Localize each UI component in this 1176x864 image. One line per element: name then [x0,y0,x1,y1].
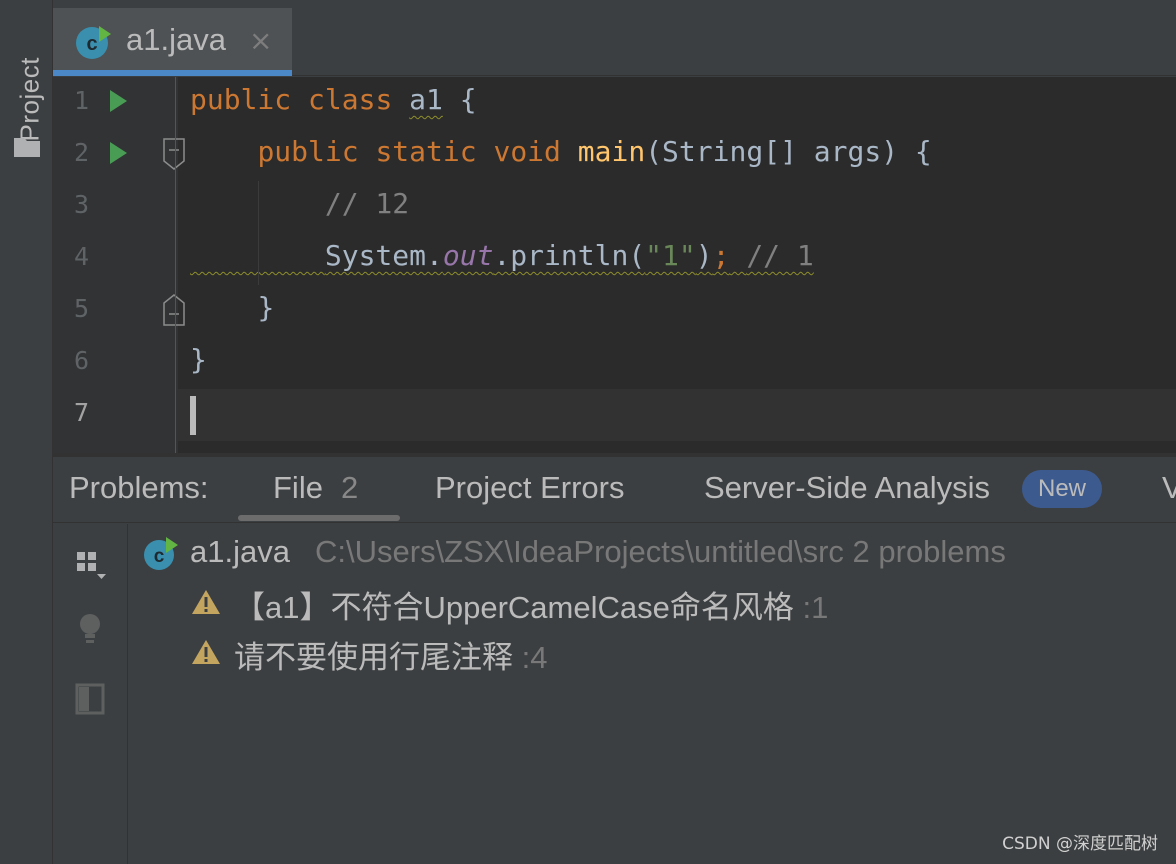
code-line: 3 // 12 [53,181,1176,233]
problem-line: :4 [521,640,548,675]
code-line: 2 public static void main(String[] args)… [53,129,1176,181]
code-text: } [257,291,275,324]
problem-file-path: C:\Users\ZSX\IdeaProjects\untitled\src 2… [315,534,1006,569]
code-text: } [190,343,207,376]
line-number: 7 [73,398,89,427]
fold-collapse-icon[interactable] [162,137,186,171]
gutter-separator [175,77,176,453]
java-class-icon: c [144,537,178,570]
problem-message: 请不要使用行尾注释 :4 [234,640,548,675]
svg-text:c: c [86,33,97,55]
warning-icon [192,590,220,614]
tab-server-side-analysis[interactable]: Server-Side Analysis [704,470,990,506]
line-number: 1 [73,86,89,115]
code-text: // 12 [324,187,410,220]
problem-line: :1 [802,590,829,625]
java-class-icon: c [76,26,111,59]
warning-icon [192,640,220,664]
problems-tool-header: Problems: File 2 Project Errors Server-Si… [53,457,1176,523]
run-icon[interactable] [108,141,128,165]
project-label: Project [14,57,45,142]
project-tool-window-button[interactable]: Project [8,26,46,160]
current-code-line: 7 [53,389,1176,441]
code-line: 4 System.out.println("1"); // 1 [53,233,1176,285]
tab-project-errors[interactable]: Project Errors [435,470,624,506]
folder-icon [14,138,40,157]
top-gap [53,0,1176,8]
tab-label: a1.java [126,22,226,57]
fold-end-icon[interactable] [162,293,186,327]
watermark: CSDN @深度匹配树 [1002,834,1158,854]
active-tab-indicator [238,515,400,521]
run-icon[interactable] [108,89,128,113]
line-number: 3 [73,190,89,219]
problem-file-name: a1.java [190,534,290,569]
code-text: public static void main(String[] args) { [257,135,932,168]
active-tab-indicator [53,70,292,76]
line-number: 2 [73,138,89,167]
tab-overflow[interactable]: V [1162,470,1176,506]
problems-toolbar [53,524,128,864]
problems-tree: c a1.java C:\Users\ZSX\IdeaProjects\unti… [129,524,1176,864]
tab-file[interactable]: File 2 [273,470,358,506]
problems-title: Problems: [69,470,209,505]
line-number: 5 [73,294,89,323]
code-text: public class a1 { [190,83,477,116]
code-editor[interactable]: 1 public class a1 { 2 public static void… [53,77,1176,453]
editor-tab-bar: c a1.java × [53,8,1176,76]
left-tool-strip: Project [0,0,53,864]
line-number: 6 [73,346,89,375]
svg-text:c: c [154,546,165,567]
text-caret [190,396,196,435]
new-badge: New [1022,470,1102,508]
code-line: 6 } [53,337,1176,389]
problem-count: 2 [340,470,359,505]
tab-a1-java[interactable]: c a1.java × [53,8,292,76]
problem-message: 【a1】不符合UpperCamelCase命名风格 :1 [234,590,829,625]
code-line: 1 public class a1 { [53,77,1176,129]
code-text: System.out.println("1"); // 1 [324,239,814,272]
close-icon[interactable]: × [249,24,272,57]
indent-guide [258,181,259,285]
preview-icon[interactable] [75,682,107,716]
line-number: 4 [73,242,89,271]
code-line: 5 } [53,285,1176,337]
lightbulb-icon[interactable] [75,612,107,646]
group-by-icon[interactable] [75,548,107,582]
